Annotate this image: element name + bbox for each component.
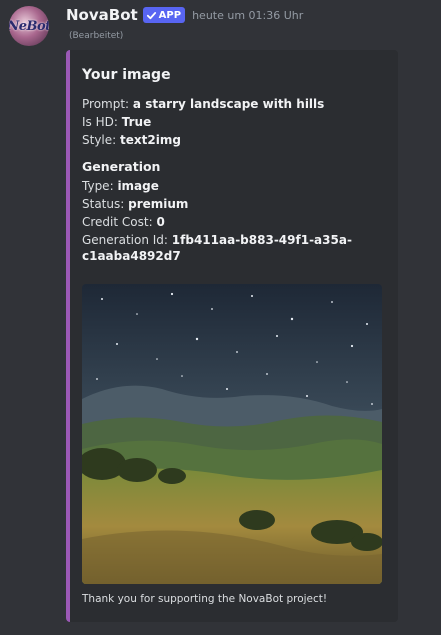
bot-avatar[interactable]: NeBot (9, 6, 49, 46)
prompt-label: Prompt: (82, 97, 130, 111)
hd-label: Is HD: (82, 115, 118, 129)
author-name[interactable]: NovaBot (66, 6, 138, 24)
generation-id-field: Generation Id: 1fb411aa-b883-49f1-a35a-c… (82, 232, 352, 264)
hd-field: Is HD: True (82, 114, 151, 130)
hd-value: True (121, 115, 152, 129)
credit-cost-value: 0 (156, 215, 165, 229)
app-badge: APP (142, 7, 186, 23)
generated-landscape-image[interactable] (82, 284, 382, 584)
prompt-field: Prompt: a starry landscape with hills (82, 96, 324, 112)
prompt-value: a starry landscape with hills (132, 97, 325, 111)
embed-footer: Thank you for supporting the NovaBot pro… (82, 593, 328, 605)
embed-card: Your image Prompt: a starry landscape wi… (66, 50, 398, 622)
style-field: Style: text2img (82, 132, 181, 148)
check-icon (146, 11, 156, 19)
landscape-illustration (82, 284, 382, 584)
type-value: image (117, 179, 159, 193)
generation-section-title: Generation (82, 159, 161, 174)
message-timestamp[interactable]: heute um 01:36 Uhr (192, 9, 303, 22)
status-label: Status: (82, 197, 125, 211)
type-label: Type: (82, 179, 114, 193)
app-badge-label: APP (158, 9, 182, 21)
credit-cost-field: Credit Cost: 0 (82, 214, 165, 230)
avatar-logo-text: NeBot (9, 18, 49, 34)
status-field: Status: premium (82, 196, 188, 212)
style-label: Style: (82, 133, 117, 147)
credit-cost-label: Credit Cost: (82, 215, 153, 229)
generation-id-label: Generation Id: (82, 233, 168, 247)
bot-message: NeBot NovaBot APP heute um 01:36 Uhr (Be… (0, 0, 441, 635)
message-header: NovaBot APP heute um 01:36 Uhr (66, 5, 303, 25)
edited-indicator: (Bearbeitet) (69, 31, 124, 41)
style-value: text2img (120, 133, 181, 147)
status-value: premium (128, 197, 189, 211)
type-field: Type: image (82, 178, 159, 194)
embed-title: Your image (82, 67, 171, 83)
